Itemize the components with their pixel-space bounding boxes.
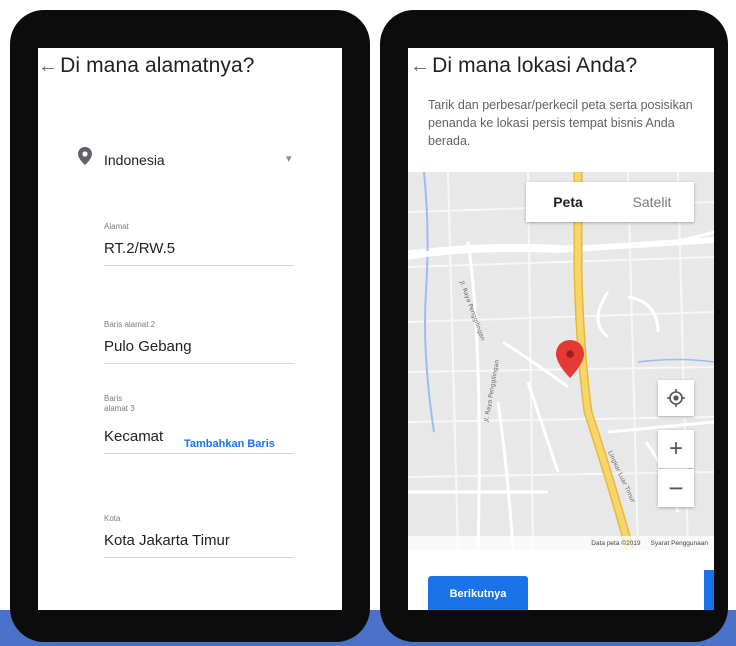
field-label: Baris alamat 2	[104, 320, 156, 329]
field-value[interactable]: Pulo Gebang	[104, 338, 294, 355]
page-title: ←Di mana alamatnya?	[38, 54, 255, 78]
field-underline	[104, 557, 294, 558]
crosshair-icon	[667, 389, 685, 407]
arrow-left-icon[interactable]: ←	[410, 55, 430, 77]
country-select[interactable]: Indonesia	[104, 152, 165, 168]
arrow-left-icon[interactable]: ←	[38, 55, 58, 77]
page-title-text: Di mana alamatnya?	[60, 54, 255, 77]
next-button[interactable]: Berikutnya	[428, 576, 528, 610]
zoom-in-button[interactable]: +	[658, 430, 694, 468]
location-pin-icon	[78, 147, 92, 165]
page-title: ←Di mana lokasi Anda?	[410, 54, 637, 78]
field-label-line1: Baris	[104, 394, 123, 403]
map-attribution: Data peta ©2019 Syarat Penggunaan	[408, 536, 714, 550]
field-underline	[104, 363, 294, 364]
field-label: Kota	[104, 514, 121, 523]
chevron-down-icon[interactable]: ▾	[286, 152, 292, 165]
page-title-text: Di mana lokasi Anda?	[432, 54, 638, 77]
terms-link[interactable]: Syarat Penggunaan	[651, 540, 708, 547]
toggle-map-button[interactable]: Peta	[526, 182, 610, 222]
add-address-line-button[interactable]: Tambahkan Baris	[184, 438, 275, 450]
address-line-1-field[interactable]: Alamat RT.2/RW.5	[104, 222, 294, 266]
map-data-credit: Data peta ©2019	[591, 539, 641, 547]
map-type-toggle[interactable]: Peta Satelit	[526, 182, 694, 222]
address-form-screen: ←Di mana alamatnya? Indonesia ▾ Alamat R…	[38, 48, 342, 610]
tablet-right: ←Di mana lokasi Anda? Tarik dan perbesar…	[380, 10, 728, 642]
field-label: Alamat	[104, 222, 129, 231]
field-underline	[104, 453, 294, 454]
map-view[interactable]: Jl. Raya Penggilingan Jl. Raya Penggilin…	[408, 172, 714, 550]
tablet-left: ←Di mana alamatnya? Indonesia ▾ Alamat R…	[10, 10, 370, 642]
field-value[interactable]: RT.2/RW.5	[104, 240, 294, 257]
city-field[interactable]: Kota Kota Jakarta Timur	[104, 514, 294, 558]
edge-accent	[704, 570, 714, 610]
zoom-out-button[interactable]: −	[658, 469, 694, 507]
toggle-satellite-button[interactable]: Satelit	[610, 182, 694, 222]
my-location-button[interactable]	[658, 380, 694, 416]
field-underline	[104, 265, 294, 266]
location-screen: ←Di mana lokasi Anda? Tarik dan perbesar…	[408, 48, 714, 610]
field-value[interactable]: Kota Jakarta Timur	[104, 532, 294, 549]
instruction-text: Tarik dan perbesar/perkecil peta serta p…	[428, 98, 693, 148]
field-label-line2: alamat 3	[104, 404, 135, 413]
address-line-2-field[interactable]: Baris alamat 2 Pulo Gebang	[104, 320, 294, 364]
